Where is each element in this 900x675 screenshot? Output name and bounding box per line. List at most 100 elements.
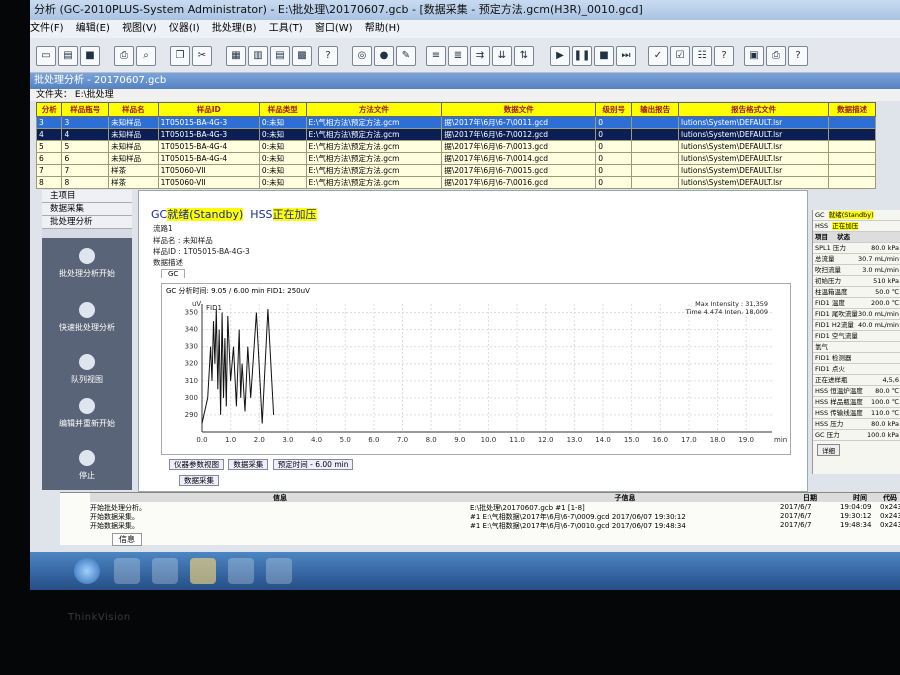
tab-data-acquisition-bottom[interactable]: 数据采集 bbox=[179, 475, 219, 486]
batch-cell[interactable]: lutions\System\DEFAULT.lsr bbox=[677, 152, 830, 165]
batch-cell[interactable]: lutions\System\DEFAULT.lsr bbox=[677, 140, 830, 153]
batch-cell[interactable]: 5 bbox=[61, 140, 110, 153]
batch-row[interactable]: 5 5 未知样品 1T05015-BA-4G-4 0:未知 E:\气相方法\预定方法.gc… bbox=[35, 140, 876, 153]
tab-info[interactable]: 信息 bbox=[112, 533, 142, 546]
batch-cell[interactable]: 1T05015-BA-4G-3 bbox=[157, 116, 260, 129]
batch-row[interactable]: 7 7 样茶 1T05060-VII 0:未知 E:\气相方法\预定方法.gcm 据\201… bbox=[35, 164, 876, 177]
batch-cell[interactable] bbox=[631, 164, 679, 177]
batch-cell[interactable]: 据\2017年\6月\6-7\0014.gcd bbox=[441, 152, 597, 165]
instrument-icon[interactable]: ◎ bbox=[352, 46, 372, 66]
batch-row[interactable]: 3 3 未知样品 1T05015-BA-4G-3 0:未知 E:\气相方法\预定方法.gc… bbox=[35, 116, 876, 129]
batch-cell[interactable]: 5 bbox=[35, 140, 63, 153]
batch-cell[interactable]: 4 bbox=[35, 128, 63, 141]
batch-cell[interactable]: 1T05015-BA-4G-4 bbox=[157, 140, 260, 153]
batch-cell[interactable] bbox=[828, 128, 876, 141]
batch-cell[interactable]: E:\气相方法\预定方法.gcm bbox=[305, 152, 443, 165]
tab-instrument-params[interactable]: 仪器参数视图 bbox=[169, 459, 224, 470]
batch-cell[interactable] bbox=[631, 128, 679, 141]
menu-help[interactable]: 帮助(H) bbox=[365, 23, 400, 34]
quick-batch-button[interactable]: 快速批处理分析 bbox=[48, 302, 126, 333]
batch-cell[interactable]: 据\2017年\6月\6-7\0016.gcd bbox=[441, 176, 597, 189]
batch-cell[interactable]: 0 bbox=[595, 176, 633, 189]
batch-cell[interactable]: 0 bbox=[595, 164, 633, 177]
fill-down-icon[interactable]: ⇊ bbox=[492, 46, 512, 66]
print-preview-icon[interactable]: ⌕ bbox=[136, 46, 156, 66]
batch-cell[interactable]: 据\2017年\6月\6-7\0015.gcd bbox=[441, 164, 597, 177]
batch-row[interactable]: 4 4 未知样品 1T05015-BA-4G-3 0:未知 E:\气相方法\预定方法.gc… bbox=[35, 128, 876, 141]
batch-cell[interactable]: 7 bbox=[61, 164, 110, 177]
batch-cell[interactable] bbox=[631, 116, 679, 129]
batch-cell[interactable]: 6 bbox=[61, 152, 110, 165]
menu-edit[interactable]: 编辑(E) bbox=[76, 23, 110, 34]
batch-cell[interactable]: 0 bbox=[595, 116, 633, 129]
queue-view-button[interactable]: 队列视图 bbox=[48, 354, 126, 385]
batch-cell[interactable]: 0:未知 bbox=[258, 164, 307, 177]
batch-cell[interactable]: lutions\System\DEFAULT.lsr bbox=[677, 116, 830, 129]
batch-cell[interactable]: 3 bbox=[35, 116, 63, 129]
add-row-icon[interactable]: ⇉ bbox=[470, 46, 490, 66]
monitor-icon[interactable]: ▣ bbox=[744, 46, 764, 66]
browser-icon[interactable] bbox=[228, 558, 254, 584]
col-sample-name[interactable]: 样品名 bbox=[108, 102, 159, 117]
batch-cell[interactable]: 0:未知 bbox=[258, 152, 307, 165]
menu-file[interactable]: 文件(F) bbox=[30, 23, 64, 34]
labsolutions-icon[interactable] bbox=[190, 558, 216, 584]
batch-cell[interactable]: E:\气相方法\预定方法.gcm bbox=[305, 116, 443, 129]
batch-cell[interactable]: lutions\System\DEFAULT.lsr bbox=[677, 164, 830, 177]
batch-cell[interactable]: 8 bbox=[35, 176, 63, 189]
layout-2-icon[interactable]: ▥ bbox=[248, 46, 268, 66]
explorer-icon[interactable] bbox=[152, 558, 178, 584]
pause-icon[interactable]: ❚❚ bbox=[572, 46, 592, 66]
col-method-file[interactable]: 方法文件 bbox=[305, 102, 443, 117]
play-icon[interactable]: ▶ bbox=[550, 46, 570, 66]
cut-icon[interactable]: ✂ bbox=[192, 46, 212, 66]
layout-3-icon[interactable]: ▤ bbox=[270, 46, 290, 66]
batch-cell[interactable] bbox=[631, 176, 679, 189]
edit-restart-button[interactable]: 编辑并重新开始 bbox=[48, 398, 126, 429]
help-2-icon[interactable]: ? bbox=[714, 46, 734, 66]
nav-data-acquisition[interactable]: 数据采集 bbox=[42, 203, 132, 216]
batch-cell[interactable] bbox=[828, 116, 876, 129]
batch-cell[interactable]: 未知样品 bbox=[108, 152, 159, 165]
batch-cell[interactable]: E:\气相方法\预定方法.gcm bbox=[305, 128, 443, 141]
batch-cell[interactable]: 据\2017年\6月\6-7\0012.gcd bbox=[441, 128, 597, 141]
batch-cell[interactable]: 未知样品 bbox=[108, 128, 159, 141]
new-file-icon[interactable]: ▭ bbox=[36, 46, 56, 66]
batch-cell[interactable]: 0:未知 bbox=[258, 128, 307, 141]
batch-cell[interactable]: 据\2017年\6月\6-7\0011.gcd bbox=[441, 116, 597, 129]
tab-gc[interactable]: GC bbox=[161, 269, 186, 278]
batch-cell[interactable] bbox=[631, 140, 679, 153]
batch-cell[interactable]: 1T05060-VII bbox=[157, 164, 260, 177]
start-orb-icon[interactable] bbox=[74, 558, 100, 584]
print-icon[interactable]: ⎙ bbox=[114, 46, 134, 66]
skip-icon[interactable]: ⏭ bbox=[616, 46, 636, 66]
batch-cell[interactable]: 1T05015-BA-4G-4 bbox=[157, 152, 260, 165]
start-batch-button[interactable]: 批处理分析开始 bbox=[48, 248, 126, 279]
batch-cell[interactable]: 0:未知 bbox=[258, 140, 307, 153]
help-3-icon[interactable]: ? bbox=[788, 46, 808, 66]
col-data-file[interactable]: 数据文件 bbox=[441, 102, 597, 117]
batch-cell[interactable] bbox=[828, 140, 876, 153]
menu-window[interactable]: 窗口(W) bbox=[315, 23, 353, 34]
batch-cell[interactable]: E:\气相方法\预定方法.gcm bbox=[305, 164, 443, 177]
folder-icon[interactable] bbox=[266, 558, 292, 584]
batch-cell[interactable]: 8 bbox=[61, 176, 110, 189]
menu-tools[interactable]: 工具(T) bbox=[269, 23, 303, 34]
batch-cell[interactable]: lutions\System\DEFAULT.lsr bbox=[677, 176, 830, 189]
menu-batch[interactable]: 批处理(B) bbox=[212, 23, 257, 34]
col-vial[interactable]: 样品瓶号 bbox=[61, 102, 110, 117]
batch-cell[interactable]: 据\2017年\6月\6-7\0013.gcd bbox=[441, 140, 597, 153]
batch-cell[interactable]: E:\气相方法\预定方法.gcm bbox=[305, 140, 443, 153]
stop-button[interactable]: 停止 bbox=[48, 450, 126, 481]
col-sample-id[interactable]: 样品ID bbox=[157, 102, 260, 117]
tab-data-acq[interactable]: 数据采集 bbox=[228, 459, 269, 470]
batch-cell[interactable]: 6 bbox=[35, 152, 63, 165]
batch-cell[interactable]: lutions\System\DEFAULT.lsr bbox=[677, 128, 830, 141]
insert-row-icon[interactable]: ≡ bbox=[426, 46, 446, 66]
batch-row[interactable]: 8 8 样茶 1T05060-VII 0:未知 E:\气相方法\预定方法.gcm 据\201… bbox=[35, 176, 876, 189]
batch-cell[interactable]: 未知样品 bbox=[108, 140, 159, 153]
sort-icon[interactable]: ⇅ bbox=[514, 46, 534, 66]
copy-icon[interactable]: ❐ bbox=[170, 46, 190, 66]
nav-main-project[interactable]: 主项目 bbox=[42, 190, 132, 203]
nav-batch-analysis[interactable]: 批处理分析 bbox=[42, 216, 132, 229]
